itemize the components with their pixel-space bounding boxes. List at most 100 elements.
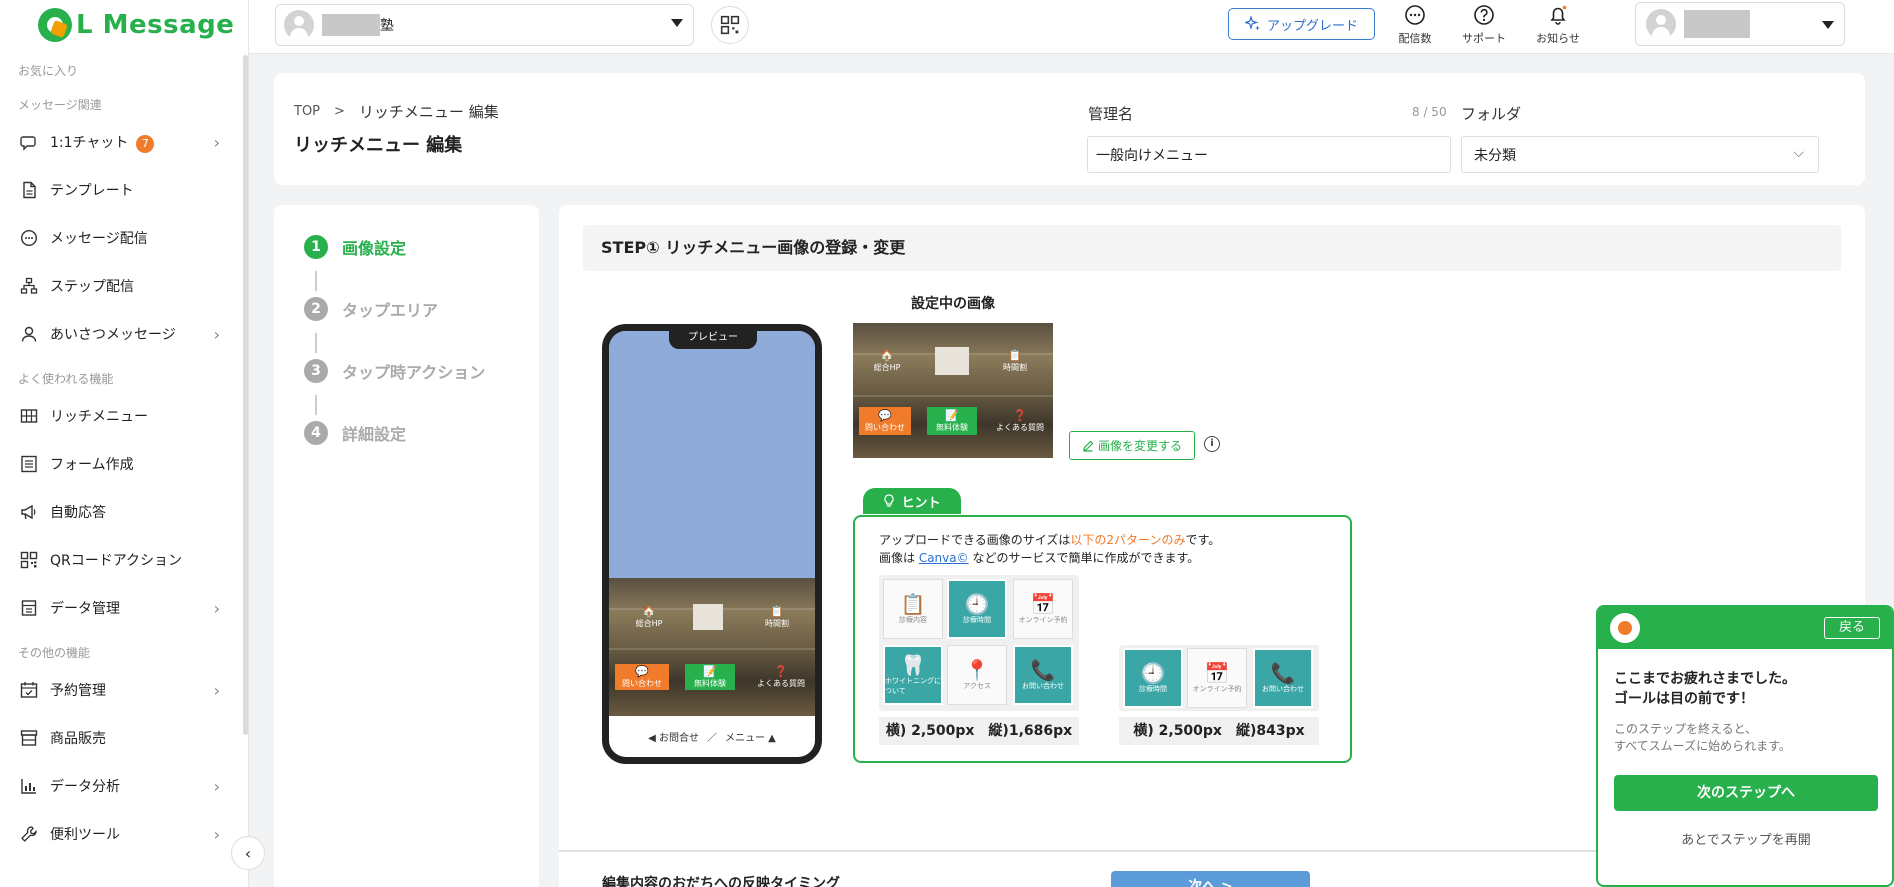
name-input[interactable] — [1087, 136, 1451, 173]
section-common: よく使われる機能 — [18, 372, 114, 386]
store-icon — [20, 729, 38, 747]
step-number: 3 — [304, 359, 328, 383]
step-label: タップ時アクション — [342, 363, 486, 382]
change-image-button[interactable]: 画像を変更する — [1069, 431, 1195, 460]
sidebar-item-qr[interactable]: QRコードアクション — [0, 536, 248, 584]
hint-emphasis: 以下の2パターンのみ — [1070, 533, 1186, 547]
tutorial-header: 戻る — [1598, 607, 1892, 649]
pattern-large-preview: 📋 診療内容 🕘 診療時間 📅 オンライン予約 🦷 ホワイトニングについて 📍 アクセス … — [879, 575, 1079, 711]
sidebar-item-label: テンプレート — [50, 183, 134, 199]
footer-separator: ／ — [707, 733, 717, 744]
sidebar: L Message お気に入り メッセージ関連 1:1チャット 7 › テンプレー… — [0, 0, 249, 887]
pattern-large-size-label: 横) 2,500px 縦)1,686px — [879, 717, 1079, 745]
chevron-right-icon: › — [213, 824, 220, 844]
sidebar-item-label: QRコードアクション — [50, 553, 183, 569]
memo-icon: 📝 — [945, 409, 959, 422]
footer-menu-label: メニュー ▲ — [725, 733, 776, 744]
step-4-details[interactable]: 4 詳細設定 — [304, 421, 406, 445]
sidebar-item-data[interactable]: データ管理 › — [0, 584, 248, 632]
tutorial-popup: 戻る ここまでお疲れさまでした。 ゴールは目の前です！ このステップを終えると、… — [1596, 605, 1894, 887]
sidebar-item-autoreply[interactable]: 自動応答 — [0, 488, 248, 536]
chevron-right-icon: › — [213, 776, 220, 796]
sidebar-item-template[interactable]: テンプレート — [0, 166, 248, 214]
tutorial-resume-later-link[interactable]: あとでステップを再開 — [1614, 829, 1878, 848]
lightbulb-icon — [884, 494, 895, 507]
tutorial-back-button[interactable]: 戻る — [1824, 617, 1880, 639]
speech-icon: 💬 — [635, 665, 649, 678]
sidebar-item-broadcast[interactable]: メッセージ配信 — [0, 214, 248, 262]
avatar — [284, 10, 314, 40]
wrench-icon — [20, 825, 38, 843]
menu-cell-faq: ❓ よくある質問 — [757, 665, 805, 688]
sidebar-item-label: メッセージ配信 — [50, 231, 148, 247]
top-header: 塾 アップグレード 配信数 サポート お知らせ — [249, 0, 1894, 54]
qr-button[interactable] — [711, 6, 749, 44]
sidebar-scrollbar[interactable] — [243, 55, 248, 735]
breadcrumb-separator: > — [334, 104, 345, 119]
sidebar-item-analytics[interactable]: データ分析 › — [0, 762, 248, 810]
menu-cell-schedule: 📋 時間割 — [765, 605, 789, 628]
chevron-down-icon: ⌵ — [1793, 145, 1804, 161]
support-label: サポート — [1462, 32, 1506, 45]
collapse-sidebar-button[interactable]: ‹ — [231, 836, 265, 870]
reflect-timing-label: 編集内容のおだちへの反映タイミング — [602, 876, 840, 887]
step-label: タップエリア — [342, 301, 439, 320]
support-button[interactable]: サポート — [1454, 4, 1514, 46]
clipboard-icon: 📋 — [1008, 349, 1022, 362]
step-1-image-settings[interactable]: 1 画像設定 — [304, 235, 406, 259]
delivery-count-button[interactable]: 配信数 — [1385, 4, 1445, 46]
qr-code-icon — [720, 15, 740, 35]
step-label: 詳細設定 — [342, 425, 407, 444]
canva-link[interactable]: Canva© — [919, 551, 969, 565]
account-select[interactable]: 塾 — [275, 4, 694, 46]
sidebar-item-reservation[interactable]: 予約管理 › — [0, 666, 248, 714]
brand-logo[interactable]: L Message — [0, 0, 248, 50]
logo-icon — [38, 8, 72, 42]
step-connector — [315, 395, 317, 415]
name-char-counter: 8 / 50 — [1412, 105, 1447, 119]
phone-menu-bar: ◀ お問合せ ／ メニュー ▲ — [609, 716, 815, 757]
sidebar-item-label: 予約管理 — [50, 683, 106, 699]
folder-select[interactable]: 未分類 ⌵ — [1461, 136, 1819, 173]
sidebar-item-chat[interactable]: 1:1チャット 7 › — [0, 118, 248, 166]
pattern-tile: 📅 オンライン予約 — [1187, 648, 1247, 708]
sidebar-item-step[interactable]: ステップ配信 — [0, 262, 248, 310]
next-button[interactable]: 次へ > — [1111, 871, 1310, 887]
upgrade-button[interactable]: アップグレード — [1228, 8, 1375, 40]
tooth-icon: 🦷 — [900, 653, 926, 677]
sidebar-item-sales[interactable]: 商品販売 — [0, 714, 248, 762]
breadcrumb-top-link[interactable]: TOP — [294, 104, 320, 119]
step-number: 4 — [304, 421, 328, 445]
chevron-right-icon: › — [213, 680, 220, 700]
database-list-icon — [20, 599, 38, 617]
tutorial-next-step-button[interactable]: 次のステップへ — [1614, 775, 1878, 811]
pattern-small-size-label: 横) 2,500px 縦)843px — [1119, 717, 1319, 745]
notifications-button[interactable]: お知らせ — [1528, 4, 1588, 46]
info-icon[interactable]: i — [1204, 436, 1220, 452]
menu-cell-trial: 📝 無料体験 — [927, 407, 977, 435]
sidebar-item-greeting[interactable]: あいさつメッセージ › — [0, 310, 248, 358]
step-3-tap-action[interactable]: 3 タップ時アクション — [304, 359, 485, 383]
sidebar-item-label: フォーム作成 — [50, 457, 134, 473]
calendar-icon — [20, 681, 38, 699]
sidebar-item-richmenu[interactable]: リッチメニュー — [0, 392, 248, 440]
step-heading: STEP① リッチメニュー画像の登録・変更 — [583, 225, 1841, 271]
avatar — [1646, 9, 1676, 39]
hint-tab-label: ヒント — [901, 495, 941, 511]
change-image-label: 画像を変更する — [1097, 439, 1182, 453]
menu-cell-faq: ❓ よくある質問 — [996, 409, 1044, 432]
sidebar-item-tools[interactable]: 便利ツール › — [0, 810, 248, 858]
sidebar-item-form[interactable]: フォーム作成 — [0, 440, 248, 488]
rich-menu-preview-image: 🏠 総合HP 📋 時間割 💬 問い合わせ 📝 無料体験 ❓ よくある質問 — [609, 578, 815, 716]
step-number: 2 — [304, 297, 328, 321]
pattern-tile: 🕘 診療時間 — [1123, 648, 1183, 708]
calendar-icon: 📅 — [1030, 592, 1056, 616]
hint-tab: ヒント — [863, 488, 961, 514]
clock-icon: 🕘 — [964, 592, 990, 616]
chevron-right-icon: › — [213, 324, 220, 344]
tutorial-title: ここまでお疲れさまでした。 ゴールは目の前です！ — [1614, 671, 1796, 707]
chevron-left-icon: ‹ — [244, 843, 252, 863]
user-menu-select[interactable] — [1635, 2, 1845, 46]
step-connector — [315, 333, 317, 353]
step-2-tap-area[interactable]: 2 タップエリア — [304, 297, 438, 321]
